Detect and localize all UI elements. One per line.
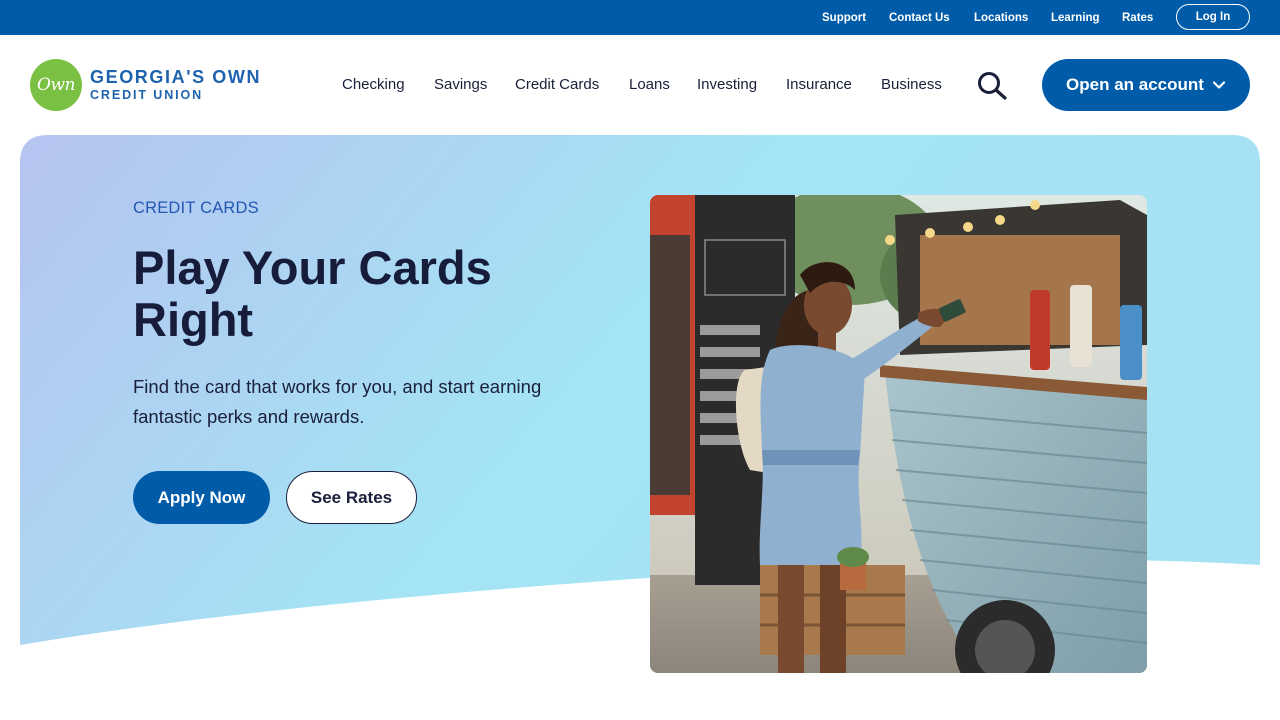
nav-item-investing[interactable]: Investing	[697, 76, 757, 93]
utility-link-rates[interactable]: Rates	[1122, 12, 1153, 24]
nav-item-business[interactable]: Business	[881, 76, 942, 93]
brand-name[interactable]: GEORGIA'S OWN	[90, 67, 261, 88]
chevron-down-icon	[1212, 81, 1226, 89]
utility-link-locations[interactable]: Locations	[974, 12, 1028, 24]
login-button[interactable]: Log In	[1176, 4, 1250, 30]
hero-photo	[650, 195, 1147, 673]
hero-subtext: Find the card that works for you, and st…	[133, 376, 542, 427]
logo-mark-text: Own	[37, 75, 75, 95]
search-icon[interactable]	[975, 70, 1009, 100]
hero-headline: Play Your Cards Right	[133, 241, 492, 346]
nav-item-checking[interactable]: Checking	[342, 76, 405, 93]
utility-bar: Support Contact Us Locations Learning Ra…	[0, 0, 1280, 35]
logo-mark[interactable]: Own	[30, 59, 82, 111]
utility-link-support[interactable]: Support	[822, 12, 866, 24]
hero-eyebrow: CREDIT CARDS	[133, 199, 259, 217]
woman-at-food-truck-photo	[650, 195, 1147, 673]
see-rates-button[interactable]: See Rates	[286, 471, 417, 524]
nav-item-savings[interactable]: Savings	[434, 76, 487, 93]
apply-now-button[interactable]: Apply Now	[133, 471, 270, 524]
utility-link-contact-us[interactable]: Contact Us	[889, 12, 950, 24]
nav-item-credit-cards[interactable]: Credit Cards	[515, 76, 599, 93]
nav-item-loans[interactable]: Loans	[629, 76, 670, 93]
open-account-button[interactable]: Open an account	[1042, 59, 1250, 111]
nav-item-insurance[interactable]: Insurance	[786, 76, 852, 93]
brand-subtitle[interactable]: CREDIT UNION	[90, 88, 203, 102]
open-account-label: Open an account	[1066, 75, 1204, 94]
utility-link-learning[interactable]: Learning	[1051, 12, 1100, 24]
